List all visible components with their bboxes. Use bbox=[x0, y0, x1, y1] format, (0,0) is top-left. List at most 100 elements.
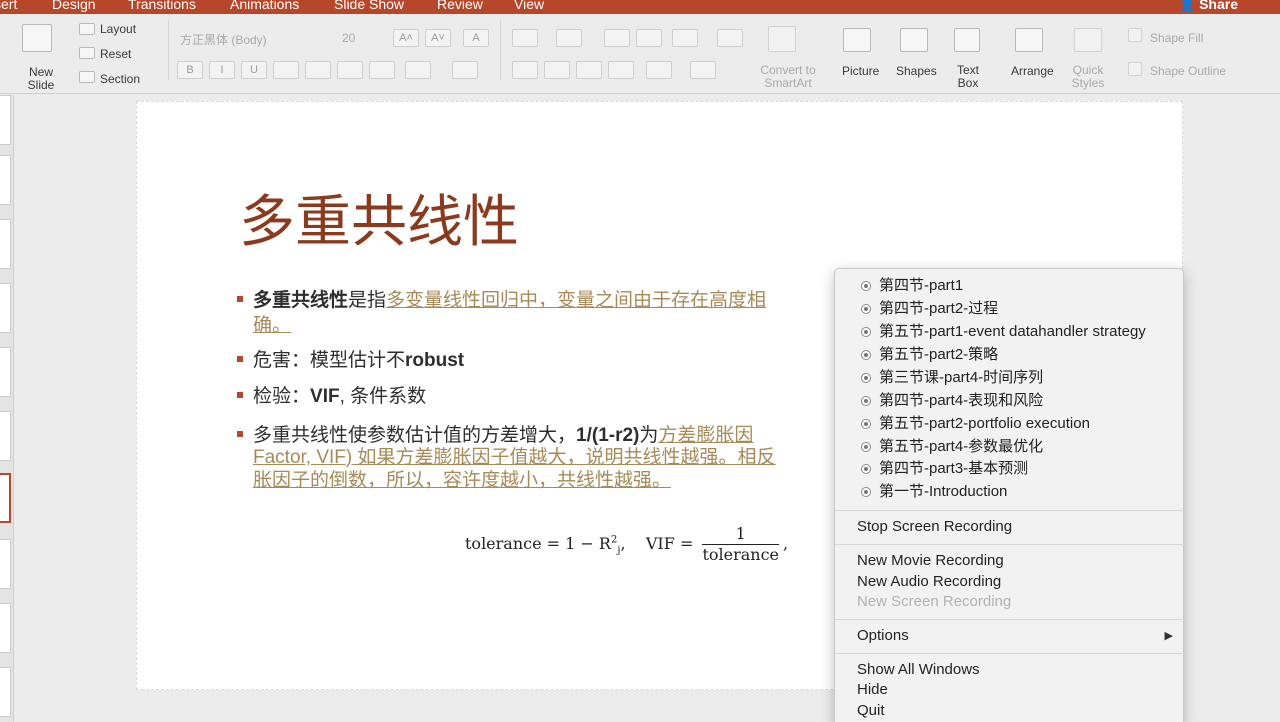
tab-slide-show[interactable]: Slide Show bbox=[334, 0, 404, 12]
font-size-select[interactable]: 20 bbox=[342, 31, 355, 45]
tab-design[interactable]: Design bbox=[52, 0, 96, 12]
subscript-icon[interactable] bbox=[337, 61, 363, 79]
font-name-select[interactable]: 方正黑体 (Body) bbox=[180, 31, 267, 48]
bullet-text: 检验： bbox=[253, 386, 311, 407]
reset-button[interactable]: Reset bbox=[100, 47, 131, 61]
bullet-variance-continuation[interactable]: Factor, VIF) 如果方差膨胀因子值越大，说明共线性越强。相反 bbox=[253, 447, 776, 469]
line-spacing-icon[interactable] bbox=[672, 29, 698, 47]
bullets-icon[interactable] bbox=[512, 29, 538, 47]
tab-animations[interactable]: Animations bbox=[230, 0, 299, 12]
arrange-button[interactable]: Arrange bbox=[1011, 64, 1054, 78]
bullet-harm[interactable]: 危害：模型估计不robust bbox=[237, 350, 464, 372]
window-icon bbox=[861, 304, 871, 314]
stop-screen-recording-item[interactable]: Stop Screen Recording bbox=[835, 516, 1185, 538]
menu-item-label: 第四节-part4-表现和风险 bbox=[879, 392, 1044, 409]
underline-button[interactable]: U bbox=[241, 61, 267, 79]
menu-window-item[interactable]: 第四节-part2-过程 bbox=[835, 298, 1185, 320]
menu-separator bbox=[835, 653, 1185, 654]
menu-item-label: 第三节课-part4-时间序列 bbox=[879, 369, 1044, 386]
arrange-icon[interactable] bbox=[1015, 28, 1043, 52]
strikethrough-icon[interactable] bbox=[273, 61, 299, 79]
ribbon-tab-bar: sert Design Transitions Animations Slide… bbox=[0, 0, 1280, 14]
menu-window-item[interactable]: 第四节-part4-表现和风险 bbox=[835, 390, 1185, 412]
text-box-button[interactable]: Text Box bbox=[950, 64, 986, 90]
font-color-icon[interactable] bbox=[452, 61, 478, 79]
section-button[interactable]: Section bbox=[100, 72, 140, 86]
italic-button[interactable]: I bbox=[209, 61, 235, 79]
ribbon: New Slide Layout Reset Section 方正黑体 (Bod… bbox=[0, 14, 1280, 94]
bullet-variance[interactable]: 多重共线性使参数估计值的方差增大，1/(1-r2)为方差膨胀因 bbox=[237, 425, 753, 447]
slide-thumbnail[interactable] bbox=[0, 603, 11, 653]
slide-thumbnail[interactable] bbox=[0, 539, 11, 589]
menu-separator bbox=[835, 544, 1185, 545]
text-direction-icon[interactable] bbox=[646, 61, 672, 79]
slide-thumbnail[interactable] bbox=[0, 347, 11, 397]
smartart-icon[interactable] bbox=[768, 26, 796, 52]
hide-item[interactable]: Hide bbox=[835, 679, 1185, 701]
columns-icon[interactable] bbox=[717, 29, 743, 47]
menu-window-item[interactable]: 第五节-part1-event datahandler strategy bbox=[835, 321, 1185, 343]
slide-thumbnail[interactable] bbox=[0, 283, 11, 333]
slide-thumbnail-selected[interactable] bbox=[0, 473, 11, 523]
slide-thumbnail[interactable] bbox=[0, 155, 11, 205]
numbering-icon[interactable] bbox=[556, 29, 582, 47]
new-slide-button[interactable]: New Slide bbox=[24, 66, 58, 92]
shapes-button[interactable]: Shapes bbox=[896, 64, 937, 78]
shape-fill-button[interactable]: Shape Fill bbox=[1150, 31, 1203, 45]
decrease-font-size-icon[interactable]: A˅ bbox=[425, 29, 451, 47]
character-spacing-icon[interactable] bbox=[369, 61, 395, 79]
picture-icon[interactable] bbox=[843, 28, 871, 52]
quick-styles-icon[interactable] bbox=[1074, 28, 1102, 52]
superscript-icon[interactable] bbox=[305, 61, 331, 79]
text-box-icon[interactable] bbox=[954, 28, 980, 52]
clear-formatting-icon[interactable]: A bbox=[463, 29, 489, 47]
new-slide-icon[interactable] bbox=[22, 24, 52, 52]
decrease-indent-icon[interactable] bbox=[604, 29, 630, 47]
menu-window-item[interactable]: 第四节-part3-基本预测 bbox=[835, 458, 1185, 480]
menu-window-item[interactable]: 第五节-part2-portfolio execution bbox=[835, 413, 1185, 435]
menu-window-item[interactable]: 第三节课-part4-时间序列 bbox=[835, 367, 1185, 389]
bold-button[interactable]: B bbox=[177, 61, 203, 79]
align-right-icon[interactable] bbox=[576, 61, 602, 79]
formula-vif: VIF = bbox=[645, 534, 694, 553]
justify-icon[interactable] bbox=[608, 61, 634, 79]
options-item[interactable]: Options ▶ bbox=[835, 625, 1185, 647]
slide-title[interactable]: 多重共线性 bbox=[239, 177, 519, 258]
menu-window-item[interactable]: 第一节-Introduction bbox=[835, 481, 1185, 503]
new-movie-recording-item[interactable]: New Movie Recording bbox=[835, 550, 1185, 572]
shape-outline-button[interactable]: Shape Outline bbox=[1150, 64, 1226, 78]
bullet-variance-continuation[interactable]: 胀因子的倒数，所以，容许度越小，共线性越强。 bbox=[253, 470, 671, 492]
quick-styles-button[interactable]: Quick Styles bbox=[1066, 64, 1110, 90]
increase-indent-icon[interactable] bbox=[636, 29, 662, 47]
change-case-icon[interactable] bbox=[405, 61, 431, 79]
tab-view[interactable]: View bbox=[514, 0, 544, 12]
new-audio-recording-item[interactable]: New Audio Recording bbox=[835, 571, 1185, 593]
tab-review[interactable]: Review bbox=[437, 0, 483, 12]
slide-thumbnail[interactable] bbox=[0, 667, 11, 717]
picture-button[interactable]: Picture bbox=[842, 64, 879, 78]
align-left-icon[interactable] bbox=[512, 61, 538, 79]
slide-thumbnail-strip[interactable] bbox=[0, 95, 14, 722]
share-button[interactable]: 👤 Share bbox=[1179, 0, 1238, 13]
increase-font-size-icon[interactable]: A˄ bbox=[393, 29, 419, 47]
slide-thumbnail[interactable] bbox=[0, 219, 11, 269]
slide-thumbnail[interactable] bbox=[0, 95, 11, 145]
tab-insert[interactable]: sert bbox=[0, 0, 17, 12]
align-center-icon[interactable] bbox=[544, 61, 570, 79]
align-text-icon[interactable] bbox=[690, 61, 716, 79]
vif-formula[interactable]: tolerance = 1 − R2j, VIF = 1 tolerance, bbox=[465, 524, 788, 565]
quit-item[interactable]: Quit bbox=[835, 700, 1185, 722]
menu-window-item[interactable]: 第四节-part1 bbox=[835, 275, 1185, 297]
shapes-icon[interactable] bbox=[900, 28, 928, 52]
bullet-definition-continuation[interactable]: 确。 bbox=[253, 315, 291, 337]
menu-window-item[interactable]: 第五节-part2-策略 bbox=[835, 344, 1185, 366]
tab-transitions[interactable]: Transitions bbox=[128, 0, 196, 12]
convert-to-smartart-button[interactable]: Convert to SmartArt bbox=[752, 64, 824, 90]
bullet-definition[interactable]: 多重共线性是指多变量线性回归中，变量之间由于存在高度相 bbox=[237, 290, 766, 312]
menu-window-item[interactable]: 第五节-part4-参数最优化 bbox=[835, 436, 1185, 458]
bullet-test[interactable]: 检验：VIF, 条件系数 bbox=[237, 386, 426, 408]
formula-numerator: 1 bbox=[702, 524, 780, 545]
layout-button[interactable]: Layout bbox=[100, 22, 136, 36]
show-all-windows-item[interactable]: Show All Windows bbox=[835, 659, 1185, 681]
slide-thumbnail[interactable] bbox=[0, 411, 11, 461]
